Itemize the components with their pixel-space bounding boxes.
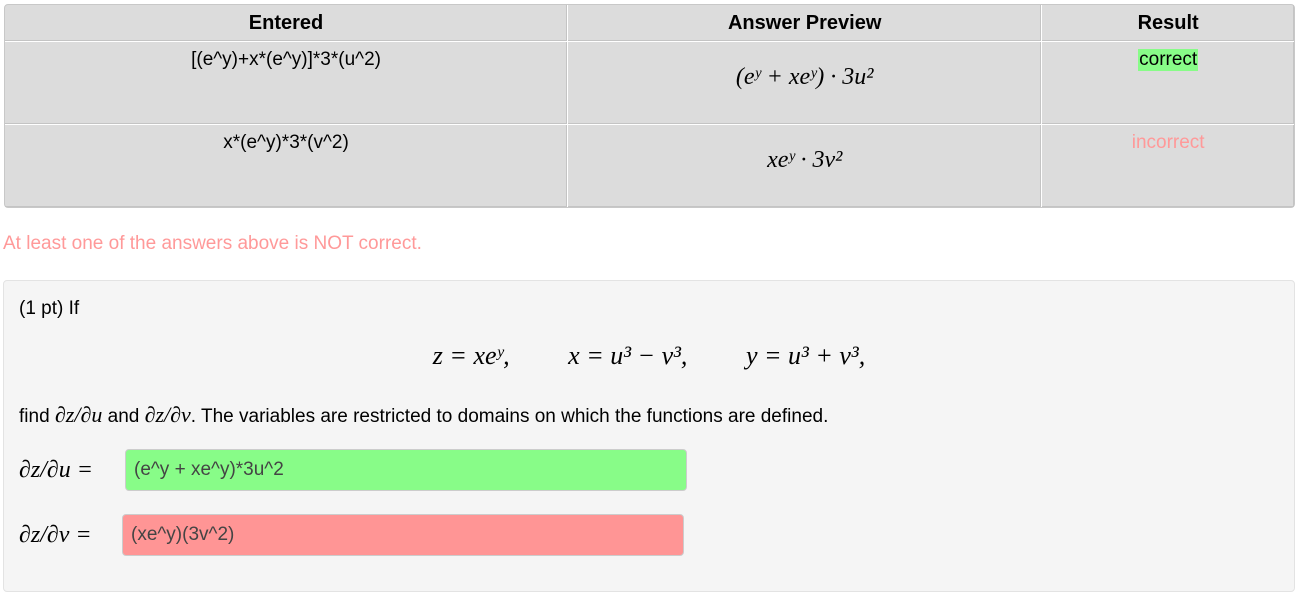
results-header-row: Entered Answer Preview Result: [5, 5, 1294, 42]
equation-x: x = u³ − v³,: [568, 341, 688, 370]
preview-math: xeʸ · 3v²: [767, 147, 843, 173]
header-answer-preview: Answer Preview: [568, 5, 1043, 42]
answer-row-dv: ∂z/∂v =: [19, 514, 684, 556]
answer-row-du: ∂z/∂u =: [19, 449, 687, 491]
result-incorrect-text: incorrect: [1131, 132, 1205, 153]
header-result: Result: [1042, 5, 1294, 42]
find-instruction: find ∂z/∂u and ∂z/∂v. The variables are …: [19, 402, 828, 428]
find-dz-du: ∂z/∂u: [54, 402, 103, 427]
result-cell: incorrect: [1042, 125, 1294, 207]
answer-input-dv[interactable]: [122, 514, 684, 556]
table-row: x*(e^y)*3*(v^2) xeʸ · 3v² incorrect: [5, 125, 1294, 207]
entered-cell: x*(e^y)*3*(v^2): [5, 125, 569, 207]
summary-message: At least one of the answers above is NOT…: [3, 233, 422, 254]
answer-input-du[interactable]: [125, 449, 687, 491]
answer-label-du: ∂z/∂u =: [19, 456, 93, 483]
problem-box: (1 pt) If z = xeʸ, x = u³ − v³, y = u³ +…: [3, 280, 1295, 592]
header-entered: Entered: [5, 5, 569, 42]
equation-y: y = u³ + v³,: [745, 341, 866, 370]
entered-text: [(e^y)+x*(e^y)]*3*(u^2): [191, 49, 381, 70]
result-cell: correct: [1042, 42, 1294, 125]
display-equations: z = xeʸ, x = u³ − v³, y = u³ + v³,: [4, 341, 1294, 371]
problem-intro: (1 pt) If: [19, 298, 80, 319]
preview-cell: xeʸ · 3v²: [568, 125, 1043, 207]
find-dz-dv: ∂z/∂v: [144, 402, 191, 427]
result-correct-badge: correct: [1138, 49, 1199, 71]
find-suffix: . The variables are restricted to domain…: [190, 406, 829, 427]
answer-label-dv: ∂z/∂v =: [19, 521, 92, 548]
entered-cell: [(e^y)+x*(e^y)]*3*(u^2): [5, 42, 569, 125]
entered-text: x*(e^y)*3*(v^2): [223, 132, 349, 153]
preview-math: (eʸ + xeʸ) · 3u²: [735, 64, 874, 90]
equation-z: z = xeʸ,: [432, 341, 510, 370]
results-table: Entered Answer Preview Result [(e^y)+x*(…: [4, 4, 1295, 208]
preview-cell: (eʸ + xeʸ) · 3u²: [568, 42, 1043, 125]
find-and: and: [107, 406, 140, 427]
table-row: [(e^y)+x*(e^y)]*3*(u^2) (eʸ + xeʸ) · 3u²…: [5, 42, 1294, 125]
find-prefix: find: [19, 406, 50, 427]
